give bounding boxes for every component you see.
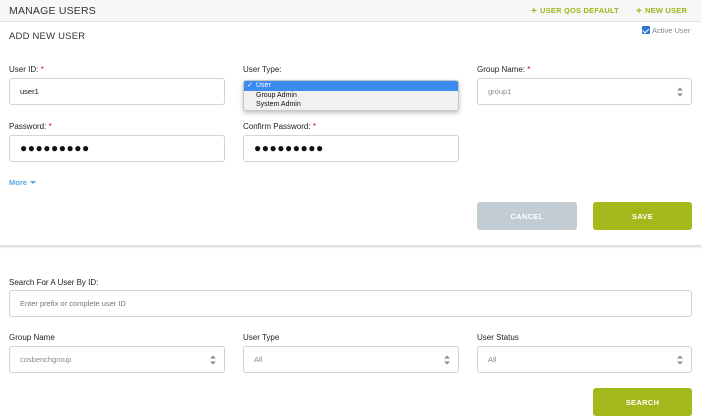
search-user-status-value: All [488,355,497,364]
save-button[interactable]: SAVE [593,202,692,230]
password-value: ●●●●●●●●● [20,140,90,155]
search-group-name-select[interactable]: cosbenchgroup [9,346,225,373]
user-id-label: User ID: * [9,65,44,74]
select-arrows-icon [677,355,683,364]
search-button[interactable]: SEARCH [593,388,692,416]
user-qos-default-label: USER QOS DEFAULT [540,6,619,15]
search-group-name-value: cosbenchgroup [20,355,72,364]
active-user-label: Active User [652,26,691,35]
checkmark-icon: ✓ [247,82,253,89]
search-user-status-select[interactable]: All [477,346,692,373]
search-user-id-input[interactable] [9,290,692,317]
select-arrows-icon [677,87,683,96]
password-label-text: Password: [9,122,47,131]
user-type-dropdown[interactable]: ✓ User Group Admin System Admin [243,80,459,111]
user-type-option-system-admin[interactable]: System Admin [244,100,458,110]
required-marker: * [527,65,531,74]
user-id-value: user1 [20,87,39,96]
required-marker: * [48,122,52,131]
select-arrows-icon [210,355,216,364]
search-group-name-label: Group Name [9,333,55,342]
confirm-password-label-text: Confirm Password: [243,122,311,131]
more-label: More [9,178,27,187]
user-qos-default-button[interactable]: + USER QOS DEFAULT [531,5,619,17]
password-label: Password: * [9,122,52,131]
option-label: Group Admin [256,91,297,99]
group-name-value: group1 [488,87,512,96]
required-marker: * [40,65,44,74]
search-by-id-label: Search For A User By ID: [9,278,99,287]
option-label: User [256,82,271,89]
new-user-label: NEW USER [645,6,688,15]
search-user-type-label: User Type [243,333,280,342]
search-user-type-select[interactable]: All [243,346,459,373]
more-toggle[interactable]: More [9,178,36,187]
password-input[interactable]: ●●●●●●●●● [9,135,225,162]
group-name-select[interactable]: group1 [477,78,692,105]
active-user-checkbox[interactable]: Active User [642,26,690,35]
cancel-button[interactable]: CANCEL [477,202,577,230]
search-user-type-value: All [254,355,263,364]
plus-icon: + [636,6,643,17]
caret-down-icon [29,181,36,184]
option-label: System Admin [256,101,301,108]
user-type-option-user[interactable]: ✓ User [244,81,458,91]
search-user-status-label: User Status [477,333,519,342]
add-new-user-title: ADD NEW USER [9,31,86,42]
checkbox-checked-icon [642,26,650,34]
section-divider [0,245,701,249]
new-user-button[interactable]: + NEW USER [636,5,688,17]
required-marker: * [312,122,316,131]
group-name-label: Group Name: * [477,65,530,74]
user-type-option-group-admin[interactable]: Group Admin [244,91,458,101]
confirm-password-label: Confirm Password: * [243,122,316,131]
page-title: MANAGE USERS [9,5,96,17]
user-type-label: User Type: [243,65,282,74]
user-id-label-text: User ID: [9,65,39,74]
user-id-input[interactable]: user1 [9,78,225,105]
group-name-label-text: Group Name: [477,65,526,74]
confirm-password-value: ●●●●●●●●● [254,140,324,155]
plus-icon: + [531,6,538,17]
select-arrows-icon [444,355,450,364]
confirm-password-input[interactable]: ●●●●●●●●● [243,135,459,162]
